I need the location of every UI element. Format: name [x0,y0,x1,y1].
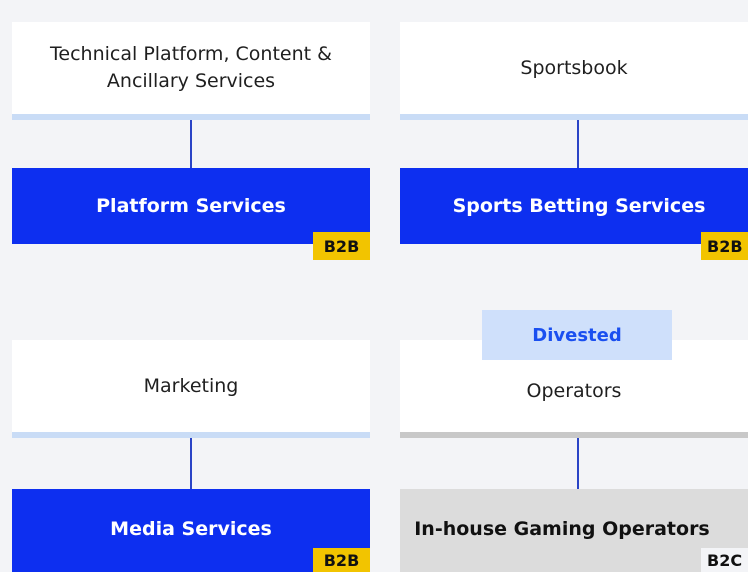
main-label: Sports Betting Services [452,195,706,217]
badge-b2c: B2C [701,548,748,572]
connector-line [190,438,192,489]
main-label: Platform Services [96,195,286,217]
divested-text: Divested [532,324,622,346]
top-box-marketing: Marketing [12,340,370,432]
top-bar [400,432,748,438]
badge-b2b: B2B [701,232,748,260]
top-bar [400,114,748,120]
top-label: Technical Platform, Content & Ancillary … [50,43,332,92]
badge-label: B2B [707,236,743,256]
badge-label: B2B [323,550,360,570]
top-box-sportsbook: Sportsbook [400,22,748,114]
badge-b2b: B2B [313,232,370,260]
divested-label: Divested [482,310,672,360]
badge-label: B2C [707,550,743,570]
connector-line [190,120,192,168]
top-label: Operators [526,379,622,402]
top-box-technical-platform: Technical Platform, Content & Ancillary … [12,22,370,114]
main-label: Media Services [110,517,272,540]
connector-line [577,438,579,489]
top-label: Marketing [143,374,239,397]
top-label: Sportsbook [520,56,628,79]
connector-line [577,120,579,168]
main-label: In-house Gaming Operators [414,517,710,540]
main-box-sports-betting-services: Sports Betting Services [400,168,748,244]
badge-b2b: B2B [313,548,370,572]
main-box-in-house-gaming-operators: In-house Gaming Operators [400,489,748,572]
badge-label: B2B [323,236,360,256]
